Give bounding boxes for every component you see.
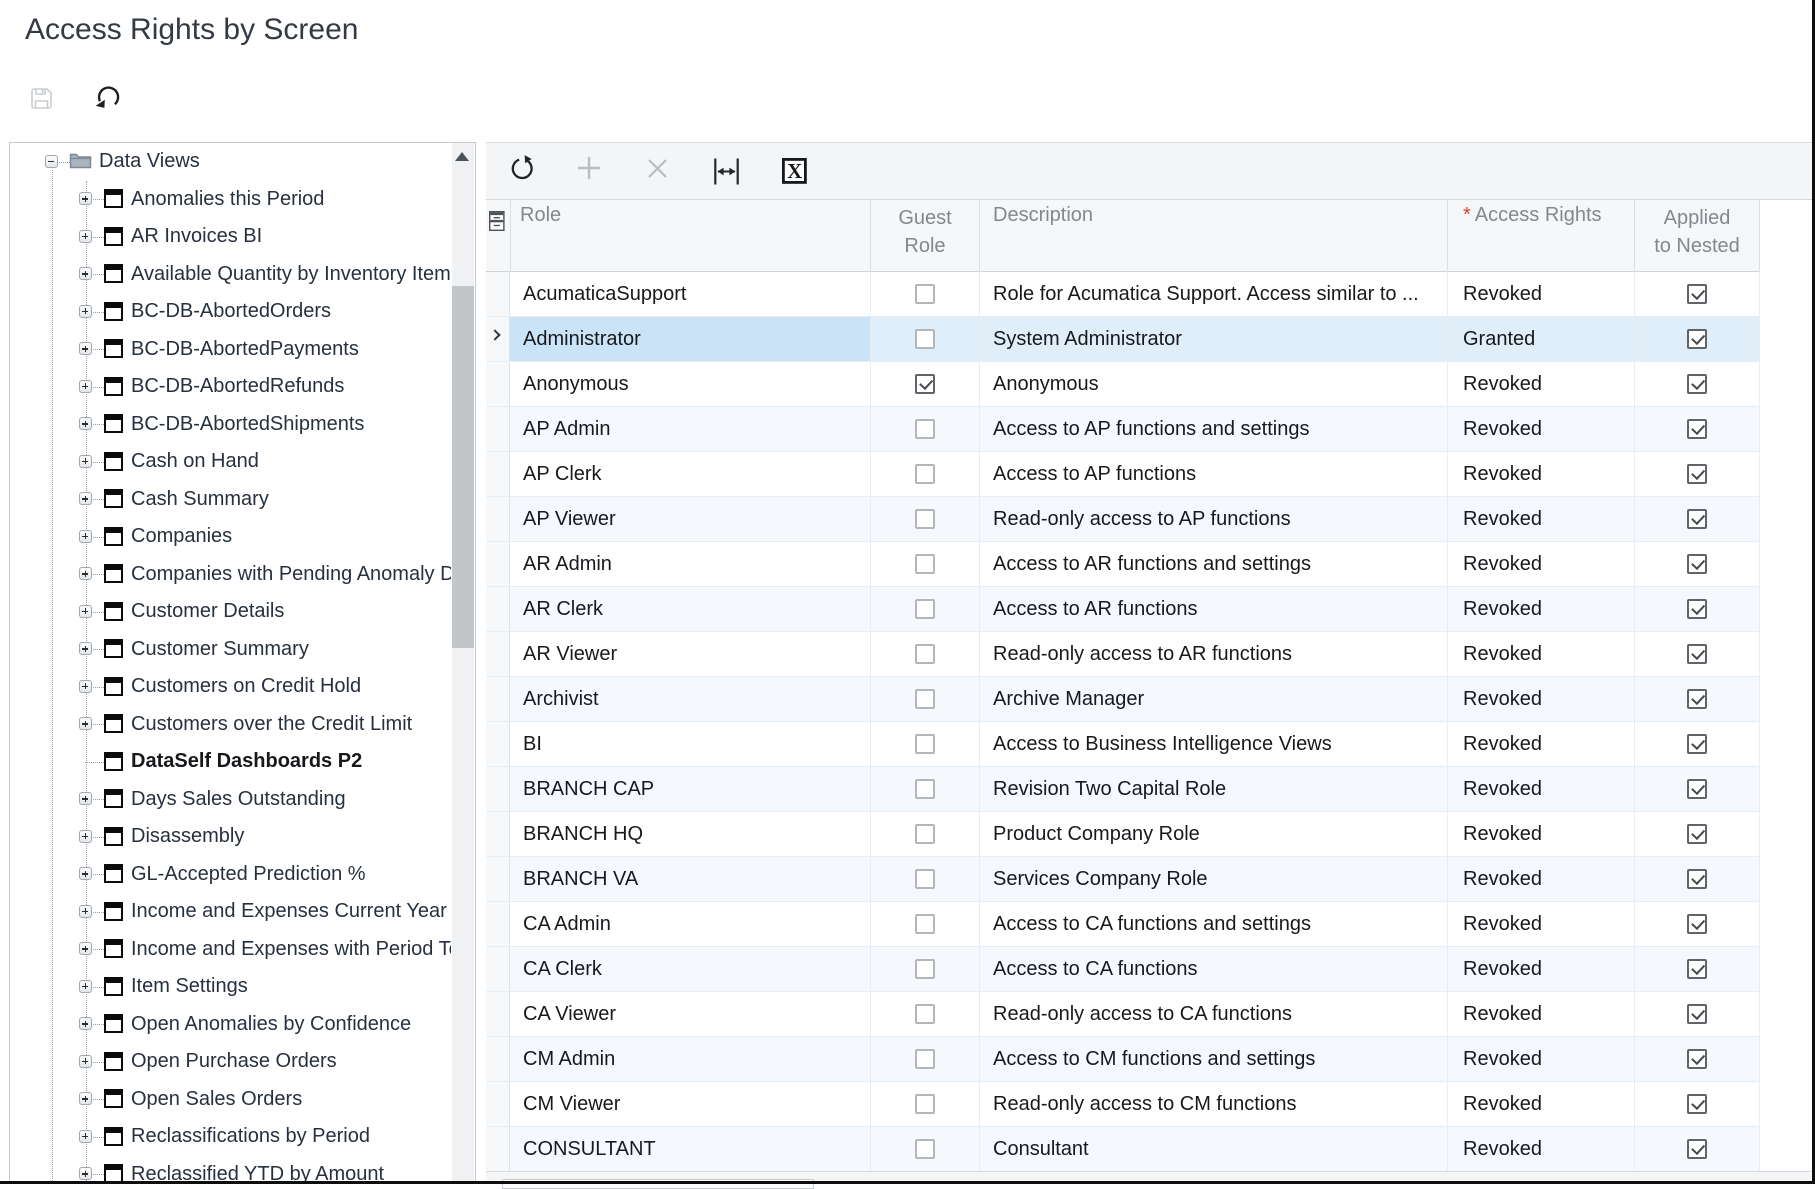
svg-text:X: X: [787, 159, 802, 183]
